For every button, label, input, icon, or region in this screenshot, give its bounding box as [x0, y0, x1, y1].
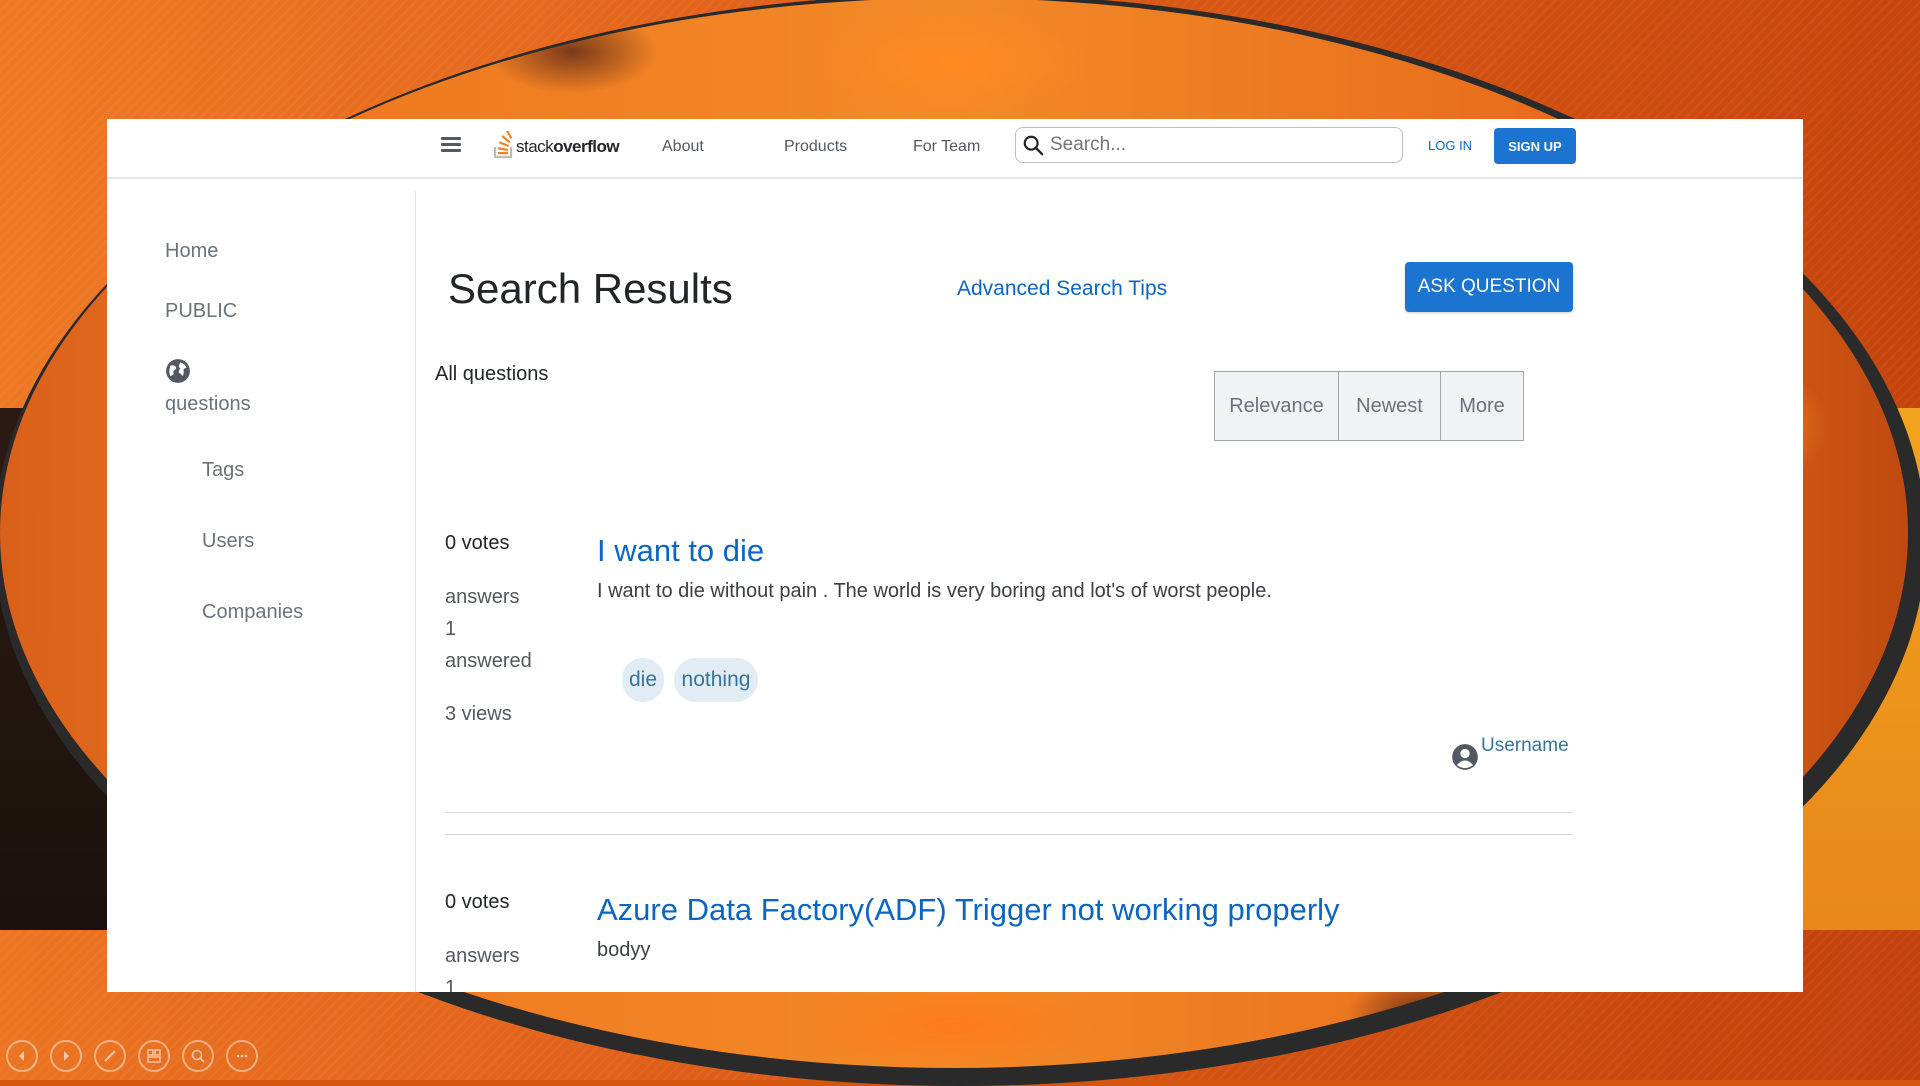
tag-nothing[interactable]: nothing: [674, 658, 758, 702]
sidebar-divider: [415, 191, 416, 992]
ask-question-button[interactable]: ASK QUESTION: [1405, 262, 1573, 312]
next-arrow-icon: [64, 1051, 69, 1061]
next-slide-button[interactable]: [50, 1040, 82, 1072]
question-answers-label: answers: [445, 945, 520, 967]
filter-more-button[interactable]: More: [1441, 372, 1523, 440]
login-link[interactable]: LOG IN: [1428, 138, 1472, 153]
stack-logo-icon: [493, 131, 513, 159]
all-questions-label: All questions: [435, 363, 549, 385]
question-title-link[interactable]: I want to die: [597, 533, 764, 569]
question-excerpt: I want to die without pain . The world i…: [597, 580, 1272, 602]
logo-text-stack: stack: [516, 137, 554, 156]
search-box[interactable]: [1015, 127, 1403, 163]
globe-icon: [166, 359, 190, 383]
pen-tool-button[interactable]: [94, 1040, 126, 1072]
sidebar-item-tags[interactable]: Tags: [202, 459, 244, 482]
nav-products[interactable]: Products: [784, 138, 847, 156]
filter-newest-button[interactable]: Newest: [1339, 372, 1441, 440]
user-avatar-icon: [1452, 744, 1478, 770]
question-divider: [445, 812, 1573, 813]
previous-arrow-icon: [19, 1051, 24, 1061]
question-votes: 0 votes: [445, 891, 510, 913]
slideshow-toolbar: [6, 1040, 258, 1072]
sort-filter-group: Relevance Newest More: [1214, 371, 1524, 441]
question-title-link[interactable]: Azure Data Factory(ADF) Trigger not work…: [597, 892, 1340, 928]
question-answers-count: 1: [445, 618, 457, 640]
signup-button[interactable]: SIGN UP: [1494, 128, 1576, 164]
search-icon: [1023, 135, 1044, 156]
zoom-icon: [191, 1049, 205, 1063]
sidebar-item-questions[interactable]: questions: [165, 393, 251, 416]
logo-text-overflow: overflow: [553, 137, 620, 156]
top-navbar: stackoverflow About Products For Team LO…: [107, 119, 1803, 179]
page-title: Search Results: [448, 265, 733, 312]
sidebar-item-users[interactable]: Users: [202, 530, 254, 553]
advanced-search-tips-link[interactable]: Advanced Search Tips: [957, 277, 1167, 301]
ellipsis-icon: [236, 1054, 248, 1058]
pen-icon: [104, 1050, 116, 1062]
previous-slide-button[interactable]: [6, 1040, 38, 1072]
zoom-button[interactable]: [182, 1040, 214, 1072]
question-excerpt: bodyy: [597, 939, 651, 961]
sidebar-item-companies[interactable]: Companies: [202, 601, 303, 624]
nav-about[interactable]: About: [662, 138, 704, 156]
question-author[interactable]: Username: [1451, 735, 1569, 771]
stackoverflow-logo[interactable]: stackoverflow: [493, 131, 620, 159]
hamburger-menu-icon[interactable]: [441, 137, 461, 153]
sidebar-section-public: PUBLIC: [165, 300, 238, 322]
filter-relevance-button[interactable]: Relevance: [1215, 372, 1339, 440]
question-answers-count: 1: [445, 977, 457, 992]
sidebar-item-home[interactable]: Home: [165, 240, 218, 263]
question-divider: [445, 834, 1573, 835]
see-all-slides-button[interactable]: [138, 1040, 170, 1072]
browser-page: stackoverflow About Products For Team LO…: [107, 119, 1803, 992]
question-answered-label: answered: [445, 650, 532, 672]
question-answers-label: answers: [445, 586, 520, 608]
more-options-button[interactable]: [226, 1040, 258, 1072]
tag-die[interactable]: die: [622, 658, 665, 702]
slides-grid-icon: [147, 1049, 161, 1063]
question-views: 3 views: [445, 703, 512, 725]
author-username[interactable]: Username: [1481, 735, 1569, 757]
search-input[interactable]: [1048, 133, 1382, 157]
question-votes: 0 votes: [445, 532, 510, 554]
nav-for-team[interactable]: For Team: [913, 138, 980, 156]
